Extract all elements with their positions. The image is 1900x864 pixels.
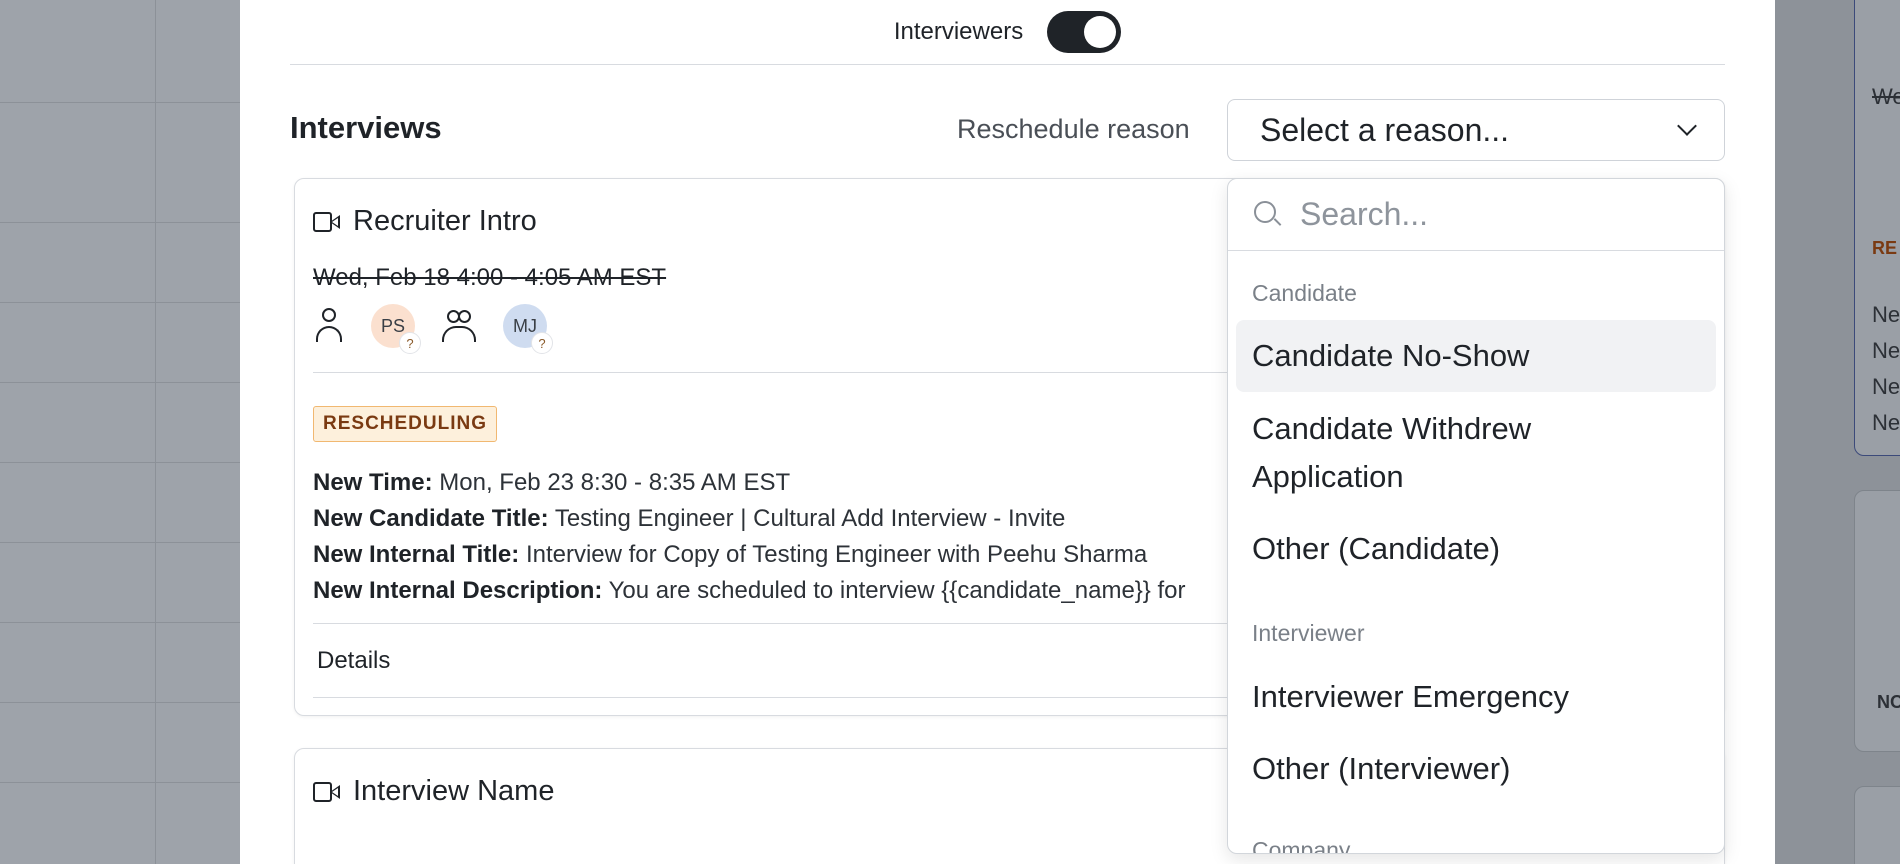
- avatar[interactable]: MJ ?: [503, 304, 553, 354]
- option-label: Candidate Withdrew: [1252, 411, 1532, 446]
- detail-line: New Internal Title: Interview for Copy o…: [313, 537, 1186, 573]
- detail-line: New Time: Mon, Feb 23 8:30 - 8:35 AM EST: [313, 465, 1186, 501]
- background-text: Ne: [1872, 302, 1900, 327]
- option-label: Application: [1252, 459, 1404, 494]
- interview-title: Interview Name: [353, 775, 555, 807]
- interviewers-toggle-label: Interviewers: [893, 18, 1024, 45]
- background-text: RE: [1872, 238, 1898, 258]
- reschedule-details: New Time: Mon, Feb 23 8:30 - 8:35 AM EST…: [313, 465, 1186, 609]
- video-camera-icon: [313, 211, 341, 232]
- background-right-panel: We RE Ne Ne Ne Ne NO: [1775, 0, 1900, 864]
- detail-key: New Internal Title:: [313, 541, 520, 568]
- detail-key: New Time:: [313, 469, 433, 496]
- detail-value: Interview for Copy of Testing Engineer w…: [525, 541, 1148, 568]
- detail-value: You are scheduled to interview {{candida…: [608, 577, 1186, 604]
- avatar-initials: PS: [380, 315, 405, 336]
- rsvp-unknown-badge: ?: [399, 332, 421, 354]
- option-group-label: Candidate: [1252, 280, 1357, 306]
- card-header: Interview Name: [313, 775, 554, 808]
- interviewers-icon: [441, 308, 477, 344]
- candidate-icon: [313, 308, 345, 344]
- background-text: Ne: [1872, 410, 1900, 435]
- detail-key: New Candidate Title:: [313, 505, 549, 532]
- reschedule-reason-label: Reschedule reason: [957, 114, 1190, 144]
- detail-line: New Internal Description: You are schedu…: [313, 573, 1186, 609]
- status-badge: RESCHEDULING: [313, 406, 498, 442]
- interview-title: Recruiter Intro: [353, 205, 537, 237]
- background-text: Ne: [1872, 338, 1900, 363]
- background-card: [1854, 786, 1900, 864]
- detail-line: New Candidate Title: Testing Engineer | …: [313, 501, 1186, 537]
- detail-value: Testing Engineer | Cultural Add Intervie…: [554, 505, 1066, 532]
- rsvp-unknown-badge: ?: [531, 332, 553, 354]
- search-icon: [1254, 200, 1282, 229]
- interviewers-toggle-row: Interviewers: [240, 0, 1775, 64]
- participants-row: PS ? MJ ?: [313, 304, 553, 354]
- avatar-initials: MJ: [513, 315, 537, 336]
- reschedule-reason-value: Select a reason...: [1260, 111, 1510, 148]
- avatar[interactable]: PS ?: [371, 304, 421, 354]
- search-input[interactable]: [1300, 196, 1700, 233]
- card-header: Recruiter Intro: [313, 205, 537, 238]
- interviewers-toggle[interactable]: [1047, 11, 1122, 53]
- detail-value: Mon, Feb 23 8:30 - 8:35 AM EST: [439, 469, 791, 496]
- detail-key: New Internal Description:: [313, 577, 603, 604]
- video-camera-icon: [313, 781, 341, 802]
- option-candidate-withdrew[interactable]: Candidate Withdrew Application: [1236, 405, 1716, 501]
- background-text: Ne: [1872, 374, 1900, 399]
- dropdown-search: [1228, 179, 1724, 251]
- option-candidate-no-show[interactable]: Candidate No-Show: [1236, 320, 1716, 392]
- option-group-label: Company: [1252, 837, 1351, 854]
- option-group-label: Interviewer: [1252, 620, 1365, 646]
- original-time: Wed, Feb 18 4:00 - 4:05 AM EST: [313, 264, 667, 291]
- background-text: We: [1872, 84, 1900, 109]
- option-other-candidate[interactable]: Other (Candidate): [1236, 525, 1716, 573]
- reschedule-modal: Interviewers Interviews Reschedule reaso…: [240, 0, 1775, 864]
- background-calendar-grid: [0, 0, 240, 864]
- background-text: NO: [1877, 692, 1900, 712]
- section-title: Interviews: [290, 110, 442, 145]
- divider: [290, 64, 1725, 65]
- option-other-interviewer[interactable]: Other (Interviewer): [1236, 745, 1716, 793]
- toggle-knob: [1084, 16, 1117, 48]
- details-toggle[interactable]: Details: [317, 647, 390, 675]
- chevron-down-icon: [1677, 116, 1697, 136]
- reschedule-reason-select[interactable]: Select a reason...: [1227, 99, 1725, 161]
- option-interviewer-emergency[interactable]: Interviewer Emergency: [1236, 673, 1716, 721]
- reason-dropdown-menu: Candidate Candidate No-Show Candidate Wi…: [1227, 178, 1725, 854]
